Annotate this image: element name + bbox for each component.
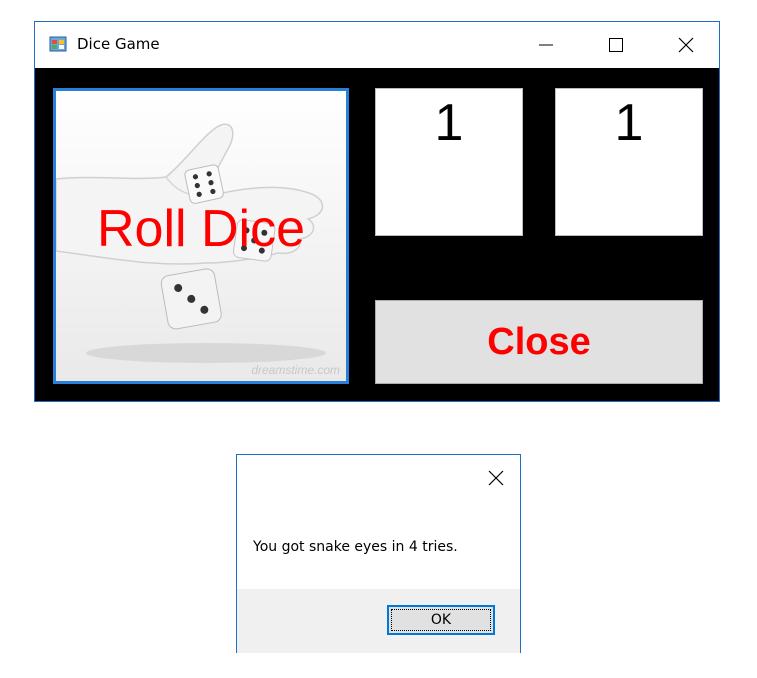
window-title: Dice Game — [77, 35, 160, 53]
dialog-button-bar: OK — [237, 589, 520, 653]
die-left-display: 1 — [375, 88, 523, 236]
die-left-value: 1 — [434, 94, 464, 152]
dice-game-window: Dice Game Roll Dice dreamstime.com 1 1 C… — [34, 21, 720, 402]
image-watermark: dreamstime.com — [251, 363, 340, 377]
window-close-button[interactable] — [663, 22, 709, 68]
roll-dice-button[interactable]: Roll Dice dreamstime.com — [53, 88, 349, 384]
message-box-dialog: You got snake eyes in 4 tries. OK — [236, 454, 521, 653]
ok-button[interactable]: OK — [387, 605, 495, 635]
title-bar[interactable]: Dice Game — [35, 22, 719, 68]
close-button-label: Close — [487, 320, 591, 363]
window-client-area: Roll Dice dreamstime.com 1 1 Close — [35, 68, 719, 401]
close-button[interactable]: Close — [375, 300, 703, 384]
close-icon — [488, 470, 504, 486]
minimize-icon — [539, 44, 553, 46]
close-icon — [678, 37, 694, 53]
app-window-icon — [49, 36, 67, 52]
ok-button-label: OK — [430, 612, 452, 628]
dialog-close-button[interactable] — [481, 463, 511, 493]
dialog-message: You got snake eyes in 4 tries. — [253, 539, 458, 555]
die-right-display: 1 — [555, 88, 703, 236]
die-right-value: 1 — [614, 94, 644, 152]
maximize-button[interactable] — [593, 22, 639, 68]
minimize-button[interactable] — [523, 22, 569, 68]
roll-dice-label: Roll Dice — [96, 200, 306, 258]
maximize-icon — [609, 38, 623, 52]
